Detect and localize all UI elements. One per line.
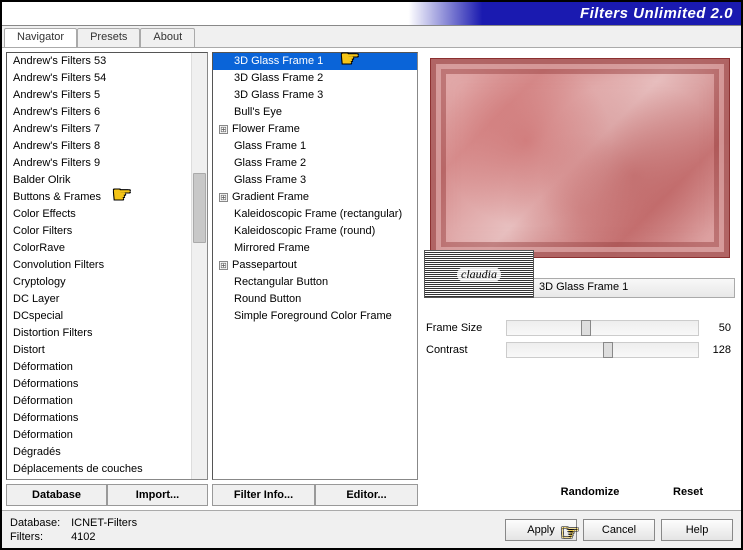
category-item[interactable]: Andrew's Filters 9 [7, 155, 207, 172]
filter-item[interactable]: Glass Frame 1 [213, 138, 417, 155]
editor-button[interactable]: Editor... [315, 484, 418, 506]
param-slider[interactable] [506, 342, 699, 358]
category-item[interactable]: Andrew's Filters 5 [7, 87, 207, 104]
filter-item-label: 3D Glass Frame 3 [234, 88, 323, 103]
filter-item[interactable]: 3D Glass Frame 2 [213, 70, 417, 87]
status-filters-value: 4102 [71, 531, 95, 543]
filter-item[interactable]: Glass Frame 2 [213, 155, 417, 172]
filter-item[interactable]: Rectangular Button [213, 274, 417, 291]
filter-item-label: 3D Glass Frame 2 [234, 71, 323, 86]
tabs: Navigator Presets About [2, 26, 741, 48]
category-item[interactable]: ColorRave [7, 240, 207, 257]
filter-item[interactable]: Round Button [213, 291, 417, 308]
category-scrollbar[interactable] [191, 53, 207, 479]
import-button[interactable]: Import... [107, 484, 208, 506]
tab-presets[interactable]: Presets [77, 28, 140, 47]
category-item[interactable]: DC Layer [7, 291, 207, 308]
param-value: 50 [699, 322, 733, 334]
slider-thumb[interactable] [603, 342, 613, 358]
filter-item-label: Gradient Frame [232, 190, 309, 205]
category-item[interactable]: Distort [7, 342, 207, 359]
apply-button[interactable]: Apply [505, 519, 577, 541]
filter-item-label: Glass Frame 1 [234, 139, 306, 154]
param-label: Frame Size [426, 322, 506, 334]
category-item[interactable]: Déformations [7, 410, 207, 427]
filter-item[interactable]: Kaleidoscopic Frame (rectangular) [213, 206, 417, 223]
filter-item[interactable]: 3D Glass Frame 3 [213, 87, 417, 104]
filter-item-label: 3D Glass Frame 1 [234, 54, 323, 69]
param-value: 128 [699, 344, 733, 356]
filter-item[interactable]: ⊞ Passepartout [213, 257, 417, 274]
tab-about[interactable]: About [140, 28, 195, 47]
filter-item[interactable]: ⊞ Flower Frame [213, 121, 417, 138]
category-item[interactable]: Distortion Filters [7, 325, 207, 342]
expand-icon: ⊞ [219, 261, 228, 270]
filterinfo-button[interactable]: Filter Info... [212, 484, 315, 506]
selected-filter-name: 3D Glass Frame 1 [532, 278, 735, 298]
category-list[interactable]: Andrew's Filters 53Andrew's Filters 54An… [6, 52, 208, 480]
category-item[interactable]: Dégradés [7, 444, 207, 461]
filter-item-label: Glass Frame 3 [234, 173, 306, 188]
filter-item-label: Passepartout [232, 258, 297, 273]
app-title: Filters Unlimited 2.0 [580, 5, 733, 22]
filter-item[interactable]: Kaleidoscopic Frame (round) [213, 223, 417, 240]
category-item[interactable]: Déformation [7, 359, 207, 376]
category-item[interactable]: Déplacements de couches [7, 461, 207, 478]
titlebar: Filters Unlimited 2.0 [2, 2, 741, 26]
filter-list[interactable]: 3D Glass Frame 1 3D Glass Frame 2 3D Glass… [212, 52, 418, 480]
preview-image [430, 58, 730, 258]
filter-item[interactable]: 3D Glass Frame 1 [213, 53, 417, 70]
filter-item[interactable]: Mirrored Frame [213, 240, 417, 257]
category-item[interactable]: Buttons & Frames [7, 189, 207, 206]
tab-navigator[interactable]: Navigator [4, 28, 77, 47]
filter-item[interactable]: Simple Foreground Color Frame [213, 308, 417, 325]
category-item[interactable]: Andrew's Filters 54 [7, 70, 207, 87]
category-item[interactable]: Andrew's Filters 7 [7, 121, 207, 138]
statusbar: Database: ICNET-Filters Filters: 4102 Ap… [2, 510, 741, 548]
randomize-button[interactable]: Randomize [545, 482, 635, 502]
filter-item-label: Flower Frame [232, 122, 300, 137]
filter-item-label: Mirrored Frame [234, 241, 310, 256]
database-button[interactable]: Database [6, 484, 107, 506]
watermark: claudia [424, 250, 534, 298]
category-item[interactable]: DCspecial [7, 308, 207, 325]
param-slider[interactable] [506, 320, 699, 336]
category-item[interactable]: Andrew's Filters 8 [7, 138, 207, 155]
category-item[interactable]: Déformation [7, 427, 207, 444]
filter-item-label: Glass Frame 2 [234, 156, 306, 171]
category-item[interactable]: Déformations [7, 376, 207, 393]
preview-area [422, 52, 737, 272]
status-db-label: Database: [10, 516, 68, 530]
slider-thumb[interactable] [581, 320, 591, 336]
filter-item-label: Simple Foreground Color Frame [234, 309, 392, 324]
category-item[interactable]: Color Filters [7, 223, 207, 240]
category-item[interactable]: Andrew's Filters 6 [7, 104, 207, 121]
category-item[interactable]: Convolution Filters [7, 257, 207, 274]
scroll-thumb[interactable] [193, 173, 206, 243]
expand-icon: ⊞ [219, 193, 228, 202]
filter-item-label: Rectangular Button [234, 275, 328, 290]
filter-item-label: Kaleidoscopic Frame (rectangular) [234, 207, 402, 222]
cancel-button[interactable]: Cancel [583, 519, 655, 541]
category-item[interactable]: Déformation [7, 393, 207, 410]
filter-item[interactable]: ⊞ Gradient Frame [213, 189, 417, 206]
filter-item-label: Bull's Eye [234, 105, 282, 120]
category-item[interactable]: Cryptology [7, 274, 207, 291]
filter-item-label: Round Button [234, 292, 301, 307]
status-db-value: ICNET-Filters [71, 517, 137, 529]
category-item[interactable]: Color Effects [7, 206, 207, 223]
expand-icon: ⊞ [219, 125, 228, 134]
category-item[interactable]: Andrew's Filters 53 [7, 53, 207, 70]
param-label: Contrast [426, 344, 506, 356]
status-filters-label: Filters: [10, 530, 68, 544]
category-item[interactable]: Balder Olrik [7, 172, 207, 189]
filter-item[interactable]: Glass Frame 3 [213, 172, 417, 189]
filter-item[interactable]: Bull's Eye [213, 104, 417, 121]
filter-item-label: Kaleidoscopic Frame (round) [234, 224, 375, 239]
help-button[interactable]: Help [661, 519, 733, 541]
reset-button[interactable]: Reset [643, 482, 733, 502]
